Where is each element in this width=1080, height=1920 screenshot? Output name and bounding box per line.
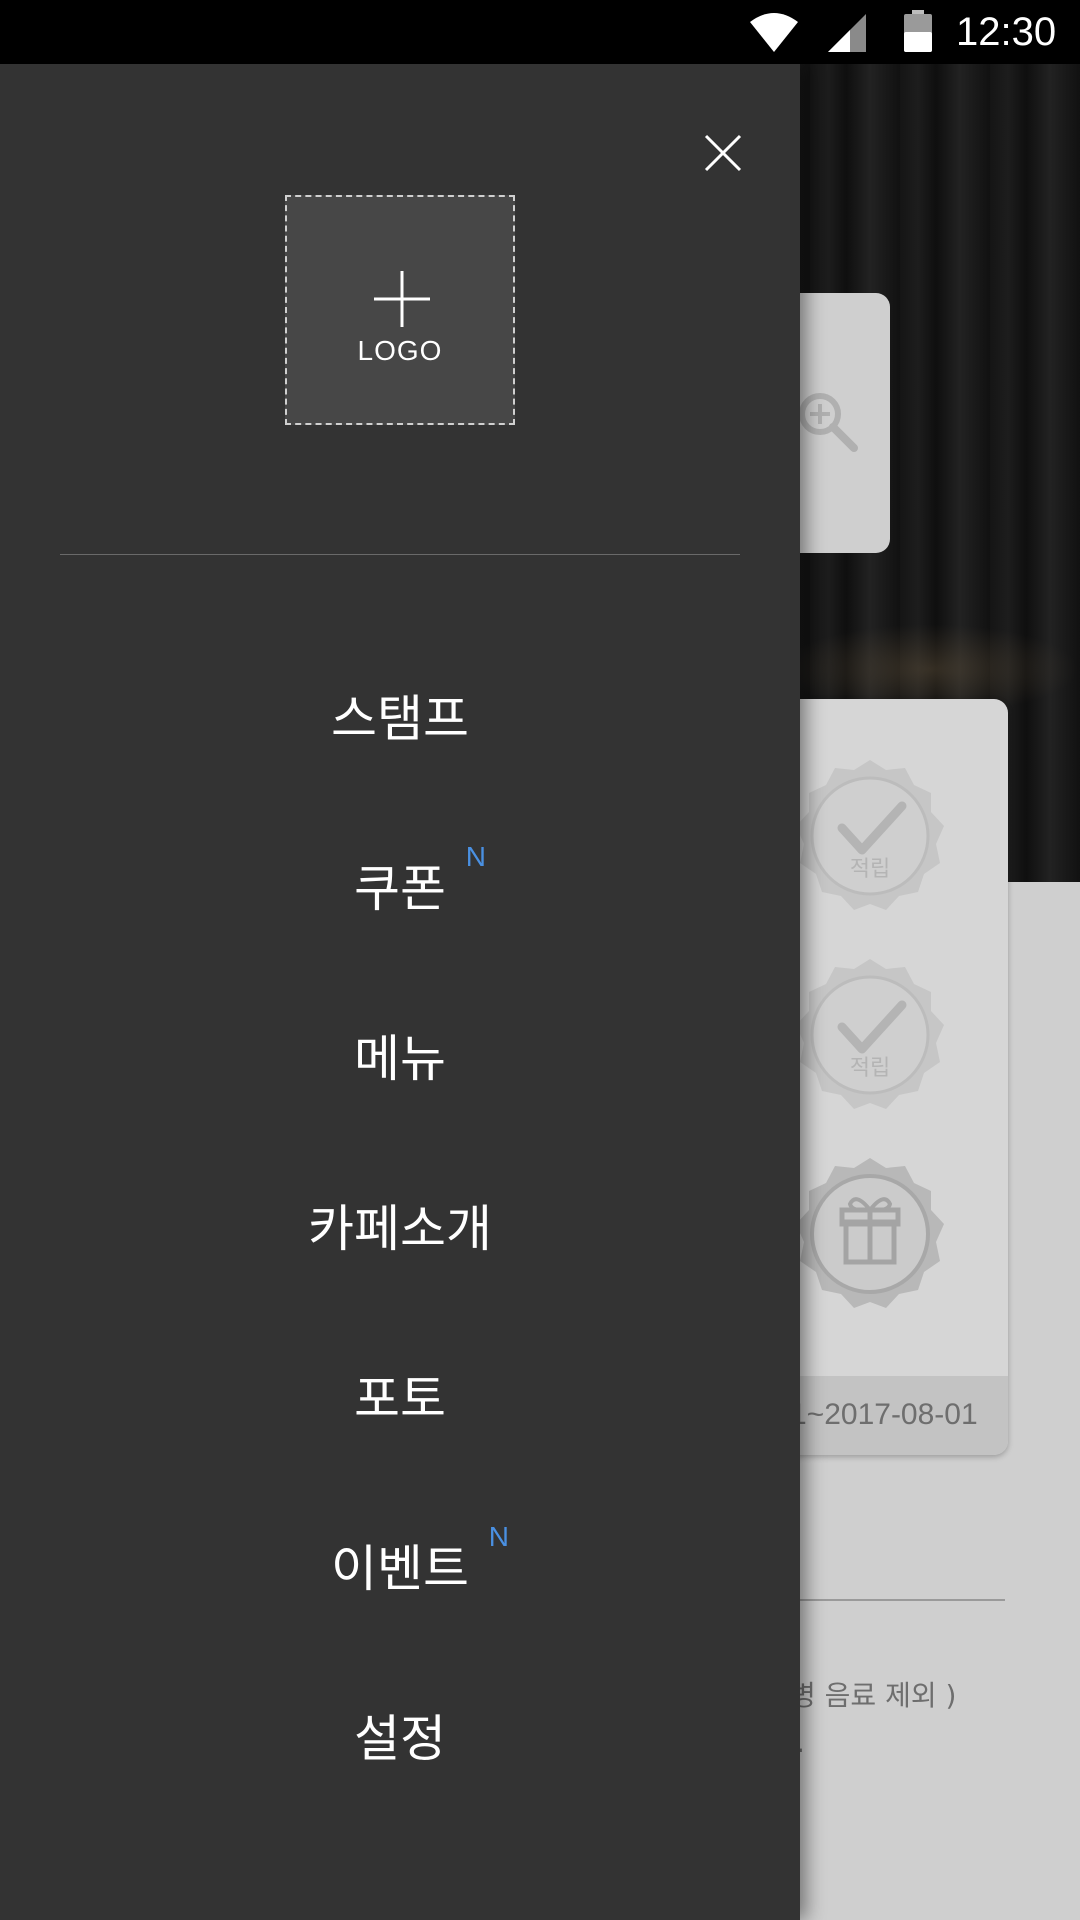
plus-icon xyxy=(374,271,430,327)
battery-icon xyxy=(904,10,932,52)
menu-item-label: 쿠폰 N xyxy=(354,842,486,924)
close-drawer-button[interactable] xyxy=(688,118,758,188)
menu-item-label: 포토 xyxy=(354,1370,446,1428)
menu-item-stamp[interactable]: 스탬프 xyxy=(0,684,800,854)
menu-item-label: 설정 xyxy=(354,1710,446,1768)
stamp-check-icon: 적립 xyxy=(796,760,944,910)
zoom-in-icon xyxy=(799,393,858,452)
stamp-check-icon: 적립 xyxy=(796,959,944,1109)
new-badge: N xyxy=(465,841,486,872)
signal-icon xyxy=(828,14,866,52)
menu-item-photo[interactable]: 포토 xyxy=(0,1364,800,1534)
menu-item-label: 스탬프 xyxy=(331,690,469,748)
menu-item-menu[interactable]: 메뉴 xyxy=(0,1024,800,1194)
drawer-divider xyxy=(60,554,740,555)
stamp-label: 적립 xyxy=(850,1056,890,1081)
menu-item-settings[interactable]: 설정 xyxy=(0,1704,800,1874)
menu-item-text: 쿠폰 xyxy=(354,860,446,918)
stamp-note-line: 병 음료 제외 ) xyxy=(790,1679,957,1712)
stamp-label: 적립 xyxy=(850,857,890,882)
menu-item-label: 메뉴 xyxy=(354,1030,446,1088)
wifi-icon xyxy=(750,13,798,52)
menu-item-cafe-intro[interactable]: 카페소개 xyxy=(0,1194,800,1364)
logo-label: LOGO xyxy=(357,335,443,366)
status-time: 12:30 xyxy=(956,10,1057,54)
new-badge: N xyxy=(488,1521,509,1552)
menu-item-coupon[interactable]: 쿠폰 N xyxy=(0,842,800,1024)
navigation-drawer: LOGO 스탬프 쿠폰 N 메뉴 카페소개 포토 이벤트 N 설정 xyxy=(0,64,800,1920)
close-icon xyxy=(704,134,742,172)
stamp-gift-icon xyxy=(796,1158,944,1308)
menu-item-text: 이벤트 xyxy=(331,1540,469,1598)
background-divider xyxy=(780,1599,1005,1601)
menu-item-label: 이벤트 N xyxy=(331,1522,509,1604)
menu-item-label: 카페소개 xyxy=(308,1200,492,1258)
status-bar: 12:30 xyxy=(0,0,1080,64)
logo-upload-button[interactable]: LOGO xyxy=(285,195,515,425)
menu-item-event[interactable]: 이벤트 N xyxy=(0,1522,800,1704)
drawer-menu: 스탬프 쿠폰 N 메뉴 카페소개 포토 이벤트 N 설정 xyxy=(0,684,800,1874)
stamp-date-range: 1~2017-08-01 xyxy=(790,1398,978,1431)
